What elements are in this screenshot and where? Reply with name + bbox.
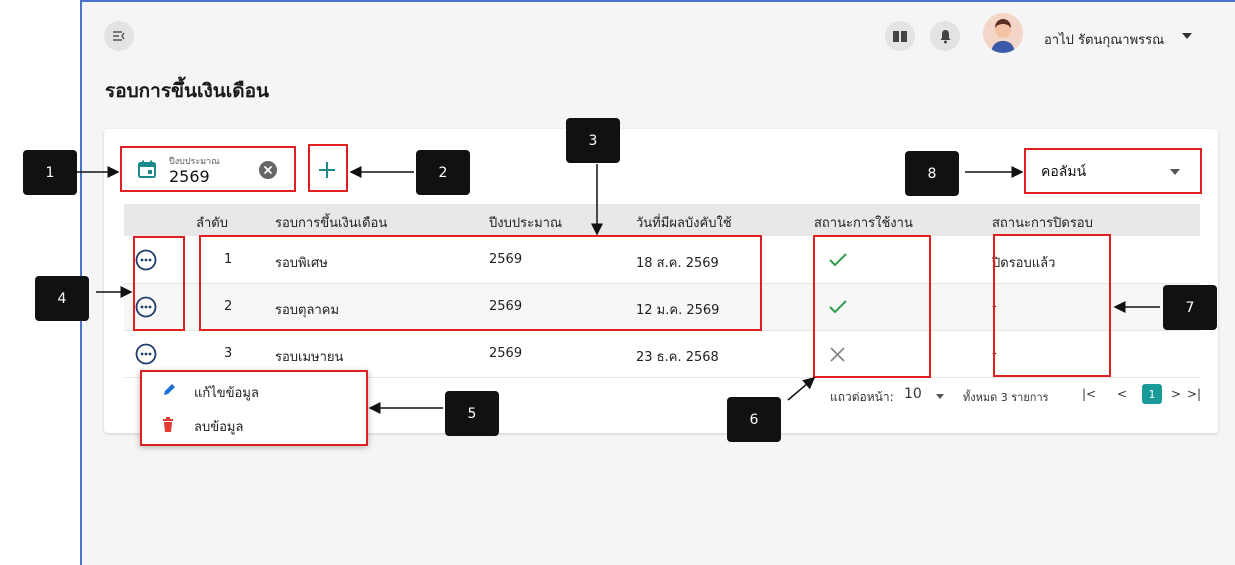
column-header-active-status[interactable]: สถานะการใช้งาน	[814, 212, 913, 233]
annotation-badge-6: 6	[727, 397, 781, 442]
cell-effective-date: 23 ธ.ค. 2568	[636, 350, 719, 365]
annotation-box-1	[120, 146, 296, 192]
column-header-year[interactable]: ปีงบประมาณ	[489, 212, 562, 233]
annotation-badge-8: 8	[905, 151, 959, 196]
annotation-box-8	[1024, 148, 1202, 194]
rows-per-page-value[interactable]: 10	[904, 386, 922, 402]
cell-round: รอบเมษายน	[275, 350, 344, 365]
column-header-no[interactable]: ลำดับ	[196, 212, 228, 233]
cell-year: 2569	[489, 346, 523, 361]
more-options-icon[interactable]	[135, 343, 157, 365]
table-header: ลำดับ รอบการขึ้นเงินเดือน ปีงบประมาณ วัน…	[124, 204, 1200, 236]
annotation-badge-2: 2	[416, 150, 470, 195]
total-records: ทั้งหมด 3 รายการ	[963, 391, 1049, 404]
column-header-round[interactable]: รอบการขึ้นเงินเดือน	[275, 212, 387, 233]
menu-toggle-button[interactable]	[104, 21, 134, 51]
manual-button[interactable]	[885, 21, 915, 51]
column-header-close-status[interactable]: สถานะการปิดรอบ	[992, 212, 1093, 233]
avatar[interactable]	[983, 13, 1023, 53]
rows-per-page-caret-icon[interactable]	[936, 394, 944, 399]
page-title: รอบการขึ้นเงินเดือน	[105, 80, 270, 102]
prev-page-button[interactable]: <	[1117, 387, 1127, 401]
user-avatar-icon	[983, 13, 1023, 53]
notification-button[interactable]	[930, 21, 960, 51]
book-icon	[893, 30, 907, 42]
annotation-box-5	[140, 370, 368, 446]
menu-collapse-icon	[113, 31, 125, 41]
first-page-button[interactable]: |<	[1082, 387, 1096, 401]
next-page-button[interactable]: >	[1171, 387, 1181, 401]
annotation-badge-7: 7	[1163, 285, 1217, 330]
annotation-box-6	[813, 235, 931, 378]
annotation-box-2	[308, 144, 348, 192]
rows-per-page-label: แถวต่อหน้า:	[830, 390, 894, 404]
annotation-badge-1: 1	[23, 150, 77, 195]
column-header-effective-date[interactable]: วันที่มีผลบังคับใช้	[636, 212, 732, 233]
annotation-box-7	[993, 234, 1111, 377]
annotation-badge-3: 3	[566, 118, 620, 163]
user-menu-caret-icon[interactable]	[1182, 33, 1192, 39]
annotation-box-4	[133, 236, 185, 331]
cell-no: 3	[224, 346, 233, 361]
last-page-button[interactable]: >|	[1187, 387, 1201, 401]
annotation-badge-5: 5	[445, 391, 499, 436]
annotation-box-3	[199, 235, 762, 331]
annotation-badge-4: 4	[35, 276, 89, 321]
bell-icon	[940, 29, 950, 43]
current-page-button[interactable]: 1	[1142, 384, 1162, 404]
user-name[interactable]: อาไป รัตนกุณาพรรณ	[1044, 29, 1164, 50]
